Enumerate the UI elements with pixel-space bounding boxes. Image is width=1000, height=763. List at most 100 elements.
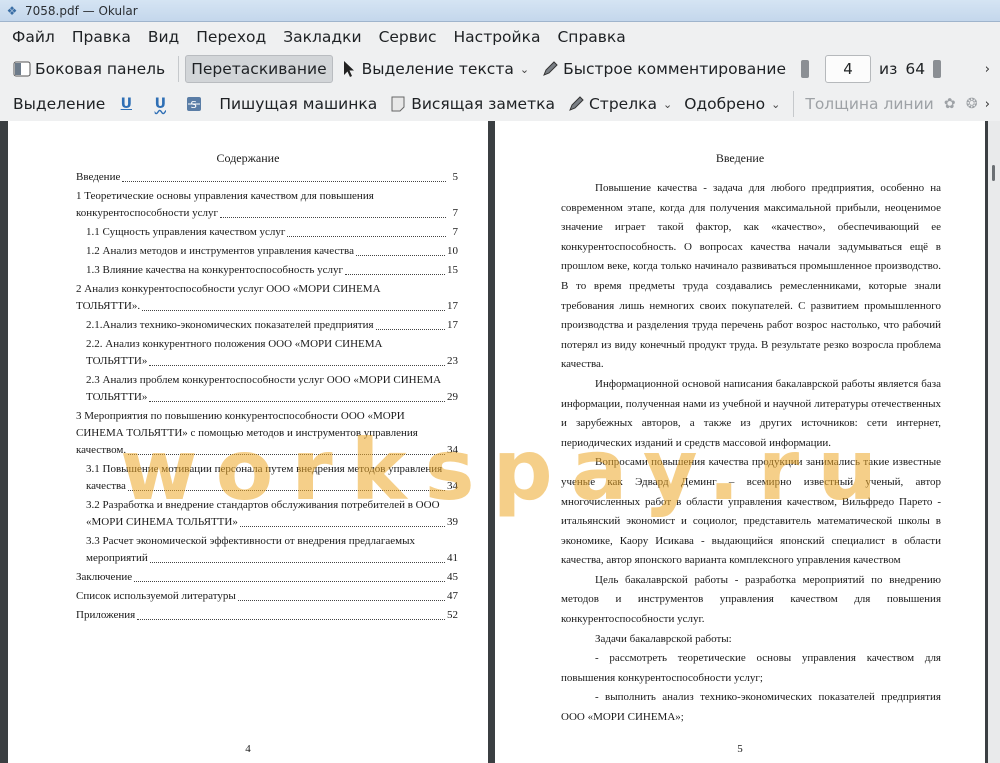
toc-entry: 2.3 Анализ проблем конкурентоспособности… [76, 372, 458, 406]
color-wheel-icon[interactable]: ❂ [963, 95, 981, 113]
sticky-note-button[interactable]: Висящая заметка [384, 90, 560, 118]
toc-entry-text: качества [86, 480, 126, 492]
toc-leader-dots [149, 562, 445, 563]
intro-title: Введение [715, 151, 765, 165]
underline-icon: U [120, 96, 132, 112]
toc-page-number: 52 [447, 609, 458, 621]
menu-go[interactable]: Переход [196, 28, 266, 46]
toc-leader-dots [137, 619, 445, 620]
toc-entry: 2.1.Анализ технико-экономических показат… [76, 317, 458, 334]
toolbar-overflow-icon[interactable]: › [985, 62, 990, 77]
menu-edit[interactable]: Правка [72, 28, 131, 46]
main-toolbar: Боковая панель Перетаскивание Выделение … [0, 52, 1000, 86]
stamp-button[interactable]: Одобрено ⌄ [679, 90, 785, 118]
toc-entry-text: 3 Мероприятия по повышению конкурентоспо… [76, 410, 405, 422]
text-selection-button[interactable]: Выделение текста ⌄ [335, 55, 534, 83]
toc-leader-dots [134, 581, 445, 582]
toc-entry-text: СИНЕМА ТОЛЬЯТТИ» с помощью методов и инс… [76, 427, 418, 439]
stamp-label: Одобрено [684, 95, 766, 113]
menu-tools[interactable]: Сервис [379, 28, 437, 46]
toc-entry-text: 1 Теоретические основы управления качест… [76, 190, 374, 202]
toolbar-overflow-icon[interactable]: › [985, 97, 990, 112]
toc-page-number: 34 [447, 480, 458, 492]
toc-entry-text: 2.2. Анализ конкурентного положения ООО … [86, 338, 383, 350]
toc-entry-text: Приложения [76, 609, 136, 621]
chevron-down-icon[interactable]: ⌄ [520, 63, 529, 76]
highlight-label: Выделение [13, 95, 106, 113]
arrow-tool-label: Стрелка [588, 95, 657, 113]
toc-entry: 3.1 Повышение мотивации персонала путем … [76, 461, 458, 495]
typewriter-button[interactable]: Пишущая машинка [214, 90, 382, 118]
toc-entry: Список используемой литературы 47 [76, 588, 458, 605]
menu-file[interactable]: Файл [12, 28, 55, 46]
document-view[interactable]: Содержание Введение 5 1 Теоретические осно… [0, 121, 1000, 763]
scrollbar-thumb[interactable] [992, 165, 995, 181]
intro-paragraph: - рассмотреть теоретические основы управ… [561, 652, 941, 684]
annotation-toolbar: Выделение U U S Пишущая машинка Висящая … [0, 87, 1000, 121]
page-number-right: 5 [737, 743, 743, 755]
toc-entry: 2.2. Анализ конкурентного положения ООО … [76, 336, 458, 370]
toc-entry-text: 3.3 Расчет экономической эффективности о… [86, 535, 415, 547]
toc-entry: Введение 5 [76, 169, 458, 186]
page-number-left: 4 [245, 743, 251, 755]
quick-annotations-button[interactable]: Быстрое комментирование [536, 55, 791, 83]
toc-entry-text: ТОЛЬЯТТИ» [86, 391, 148, 403]
toc-entry-text: 3.2 Разработка и внедрение стандартов об… [86, 499, 440, 511]
title-bar: ❖ 7058.pdf — Okular [0, 0, 1000, 22]
line-width-button[interactable]: Толщина линии [800, 90, 938, 118]
menu-view[interactable]: Вид [148, 28, 179, 46]
toc-entry-text: 2.1.Анализ технико-экономических показат… [86, 319, 374, 331]
toc-leader-dots [128, 454, 445, 455]
pen-icon [541, 60, 559, 78]
arrow-tool-button[interactable]: Стрелка ⌄ [562, 90, 677, 118]
previous-page-icon[interactable] [801, 60, 809, 78]
toc-entry-text: 1.1 Сущность управления качеством услуг [86, 226, 286, 238]
toc-leader-dots [127, 490, 445, 491]
toolbar-separator [178, 56, 180, 82]
page-total-label: 64 [905, 60, 926, 78]
vertical-scrollbar[interactable] [988, 121, 1000, 763]
table-of-contents: Введение 5 1 Теоретические основы управлен… [76, 169, 458, 626]
toc-page-number: 7 [452, 207, 459, 219]
menu-bookmarks[interactable]: Закладки [283, 28, 361, 46]
color-wheel-icon[interactable]: ✿ [941, 95, 959, 113]
line-width-label: Толщина линии [805, 95, 934, 113]
document-page-right: Введение Повышение качества - задача для… [495, 121, 985, 763]
strikeout-button[interactable]: S [180, 90, 212, 118]
toc-leader-dots [375, 329, 445, 330]
highlight-button[interactable]: Выделение [8, 90, 110, 118]
toc-page-number: 23 [447, 355, 458, 367]
toc-entry-text: Введение [76, 171, 121, 183]
sidebar-button[interactable]: Боковая панель [8, 55, 170, 83]
toc-entry-text: «МОРИ СИНЕМА ТОЛЬЯТТИ» [86, 516, 238, 528]
next-page-icon[interactable] [933, 60, 942, 78]
sidebar-label: Боковая панель [35, 60, 166, 78]
browse-tool-button[interactable]: Перетаскивание [185, 55, 333, 83]
cursor-arrow-icon [340, 60, 358, 78]
squiggly-underline-icon: U [154, 96, 166, 112]
toc-entry: 1 Теоретические основы управления качест… [76, 188, 458, 222]
chevron-down-icon[interactable]: ⌄ [663, 98, 672, 111]
quick-annotations-label: Быстрое комментирование [563, 60, 786, 78]
toc-leader-dots [122, 181, 446, 182]
window-title: 7058.pdf — Okular [25, 3, 138, 18]
chevron-down-icon[interactable]: ⌄ [771, 98, 780, 111]
toc-page-number: 7 [452, 226, 459, 238]
toc-entry-text: конкурентоспособности услуг [76, 207, 218, 219]
toc-leader-dots [142, 310, 445, 311]
toc-entry: 3 Мероприятия по повышению конкурентоспо… [76, 408, 458, 459]
intro-paragraph: Повышение качества - задача для любого п… [561, 182, 941, 371]
menu-bar: Файл Правка Вид Переход Закладки Сервис … [0, 22, 1000, 52]
sidebar-icon [13, 60, 31, 78]
intro-paragraph: Задачи бакалаврской работы: [595, 632, 732, 645]
strikeout-icon: S [185, 95, 203, 113]
toc-leader-dots [239, 526, 445, 527]
squiggle-button[interactable]: U [146, 90, 178, 118]
menu-help[interactable]: Справка [557, 28, 625, 46]
toc-entry-text: ТОЛЬЯТТИ» [86, 355, 148, 367]
underline-button[interactable]: U [112, 90, 144, 118]
toc-entry-text: Заключение [76, 571, 133, 583]
toc-entry-text: качеством. [76, 444, 127, 456]
page-number-input[interactable] [825, 55, 871, 83]
menu-settings[interactable]: Настройка [454, 28, 541, 46]
